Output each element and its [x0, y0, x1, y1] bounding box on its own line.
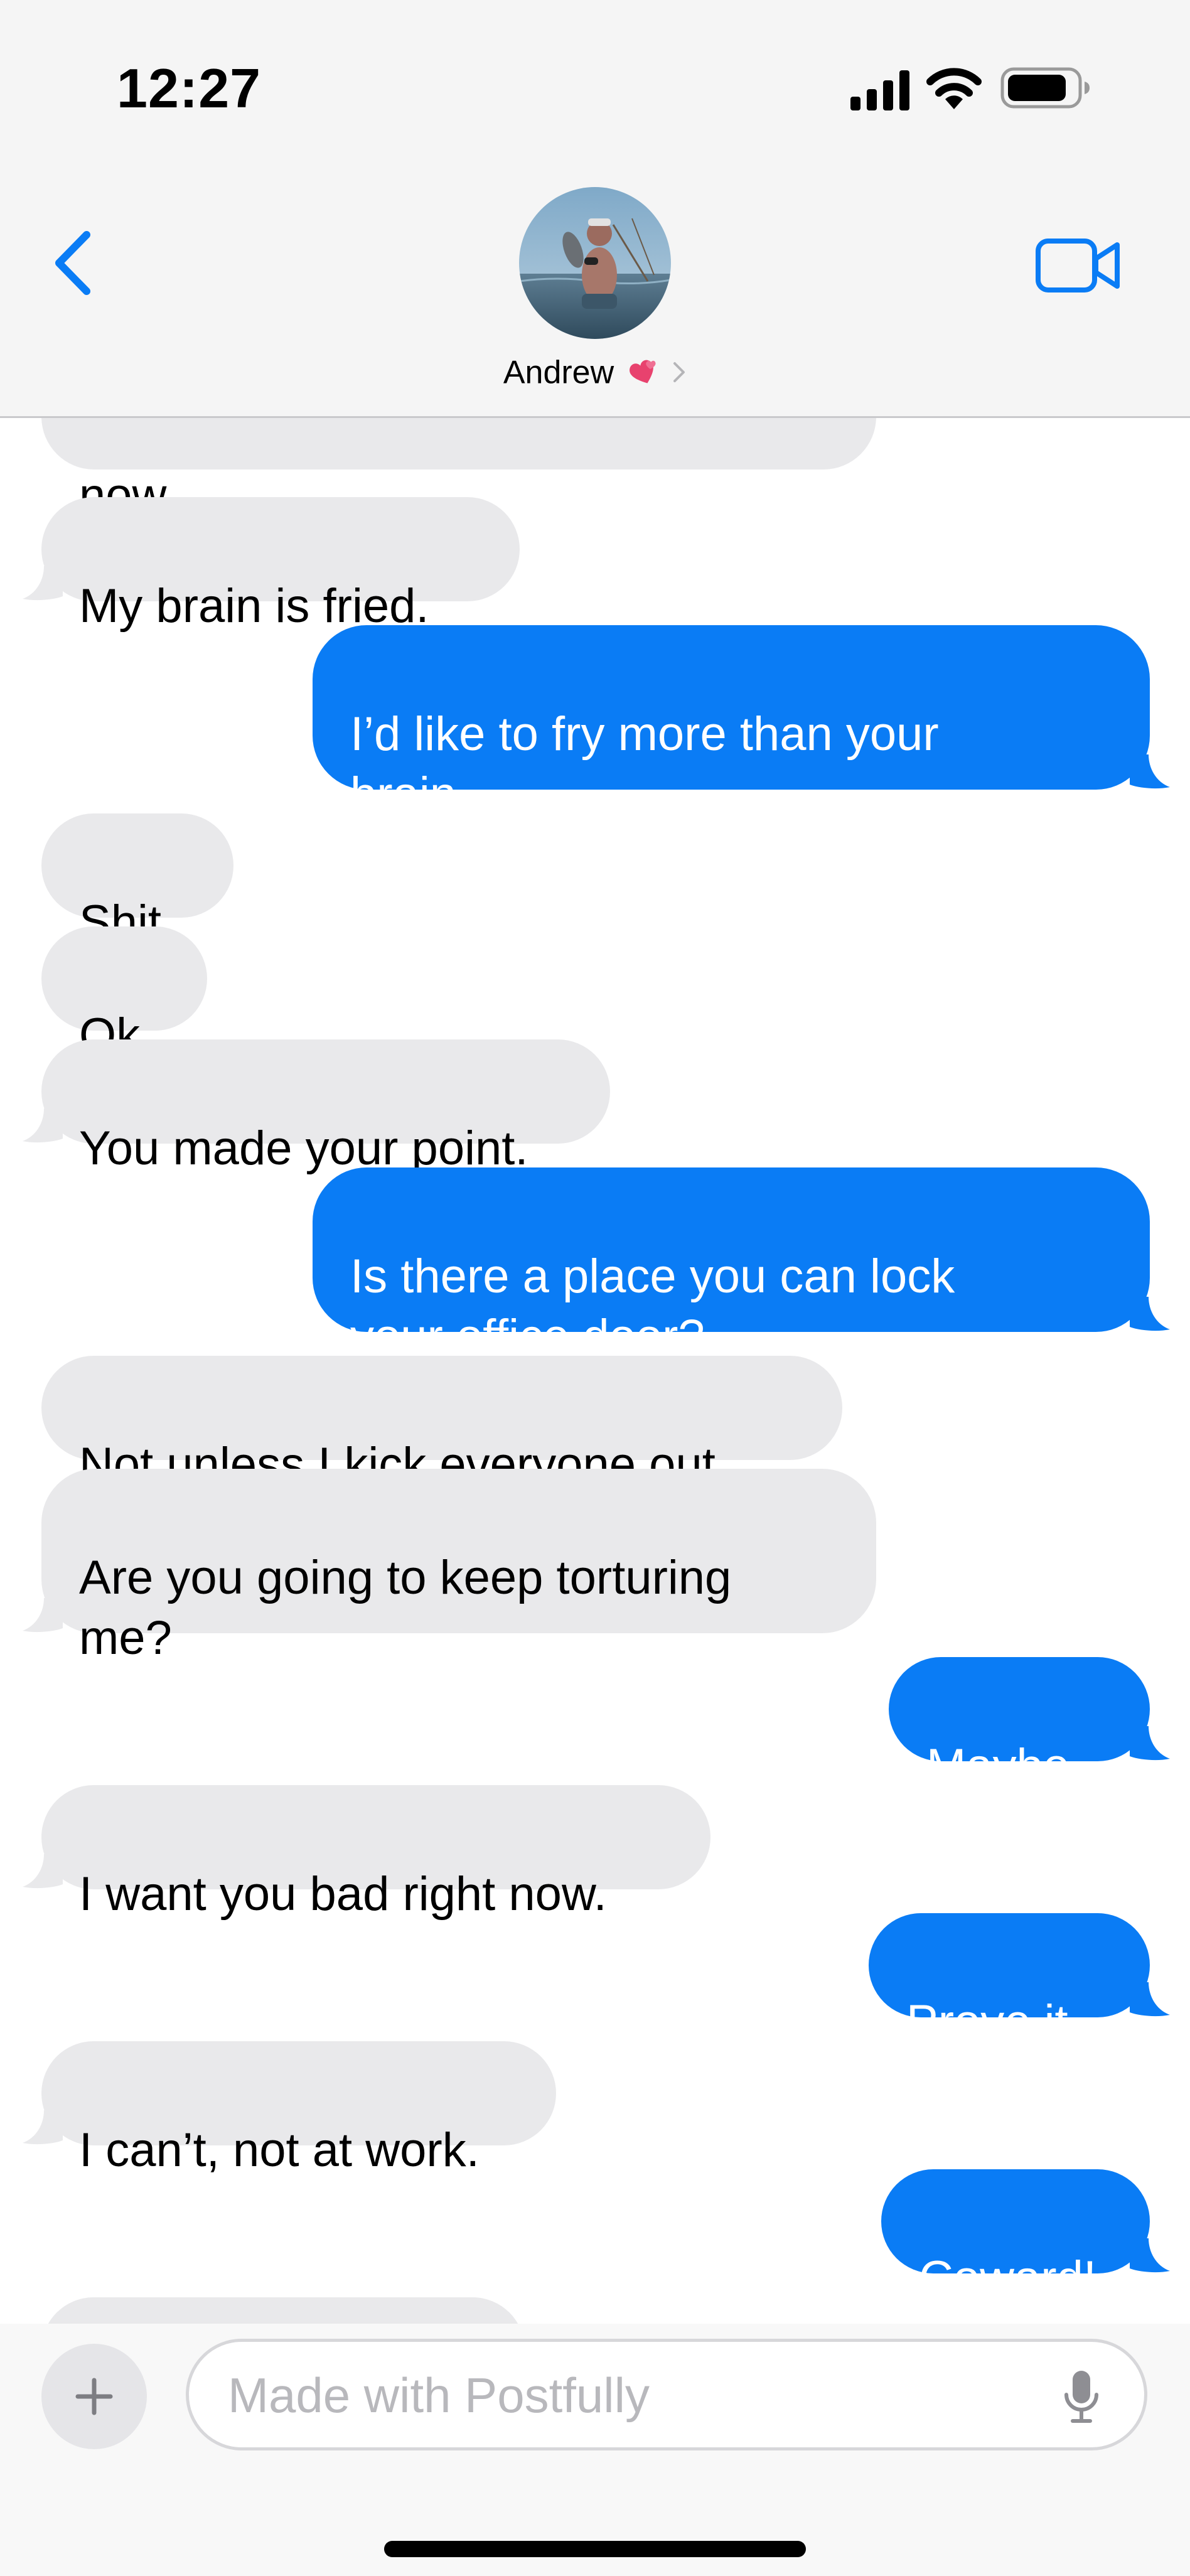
bubble-tail	[1130, 1982, 1170, 2017]
plus-icon	[75, 2378, 113, 2415]
contact-avatar[interactable]	[519, 187, 671, 339]
video-camera-icon[interactable]	[1036, 237, 1121, 294]
microphone-icon[interactable]	[1063, 2369, 1100, 2425]
message-received[interactable]: Shit.	[41, 813, 233, 949]
message-sent[interactable]: Coward!	[881, 2169, 1170, 2305]
conversation-header: 12:27 Andrew	[0, 0, 1190, 418]
contact-name: Andrew	[503, 354, 614, 391]
bubble-tail	[23, 1854, 63, 1889]
back-chevron-icon[interactable]	[48, 228, 98, 298]
message-composer: Made with Postfully	[0, 2324, 1190, 2576]
bubble-tail	[1130, 754, 1170, 789]
bubble-tail	[1130, 1726, 1170, 1761]
status-time: 12:27	[117, 57, 262, 119]
bubble-tail	[1130, 2238, 1170, 2273]
wifi-icon	[926, 68, 982, 109]
message-text: Are you going to keep torturing me?	[79, 1551, 732, 1665]
message-received[interactable]: My brain is fried.	[23, 497, 520, 633]
cellular-signal-icon	[850, 70, 909, 110]
message-text: I want you bad right now.	[79, 1867, 607, 1921]
message-received[interactable]: I want you bad right now.	[23, 1785, 710, 1921]
message-sent[interactable]: I’d like to fry more than your brain.	[313, 625, 1170, 821]
add-attachment-button[interactable]	[41, 2344, 147, 2449]
message-sent[interactable]: Prove it.	[869, 1913, 1170, 2049]
message-received[interactable]: now.	[41, 418, 876, 522]
contact-name-button[interactable]: Andrew	[0, 352, 1190, 391]
message-thread[interactable]: now. My brain is fried. I’d like to fry …	[0, 418, 1190, 2324]
battery-icon	[1000, 67, 1090, 109]
message-received[interactable]: Not unless I kick everyone out.	[41, 1356, 842, 1491]
bubble-tail	[1130, 1297, 1170, 1331]
message-text: Is there a place you can lock your offic…	[350, 1250, 955, 1363]
message-received[interactable]: You made your point.	[23, 1039, 610, 1175]
bubble-tail	[23, 566, 63, 601]
message-text: Prove it.	[906, 1995, 1081, 2049]
message-received[interactable]: Are you going to keep torturing me?	[23, 1469, 876, 1665]
message-input-placeholder: Made with Postfully	[228, 2368, 650, 2423]
bubble-tail	[23, 2110, 63, 2145]
message-sent[interactable]: Is there a place you can lock your offic…	[313, 1167, 1170, 1363]
message-received[interactable]: I can’t, not at work.	[23, 2041, 556, 2177]
message-text: Coward!	[919, 2251, 1096, 2305]
two-hearts-icon	[630, 360, 656, 384]
message-received[interactable]: Ok.	[41, 926, 207, 1062]
message-sent[interactable]: Maybe.	[889, 1657, 1170, 1793]
bubble-tail	[23, 1598, 63, 1633]
message-received-partial[interactable]	[41, 2297, 525, 2324]
message-text: I’d like to fry more than your brain.	[350, 707, 939, 821]
bubble-tail	[23, 1108, 63, 1143]
home-indicator[interactable]	[384, 2541, 806, 2557]
message-text: Maybe.	[926, 1739, 1083, 1793]
message-text: I can’t, not at work.	[79, 2123, 480, 2177]
message-input[interactable]: Made with Postfully	[186, 2339, 1147, 2450]
chevron-right-icon	[673, 362, 685, 383]
